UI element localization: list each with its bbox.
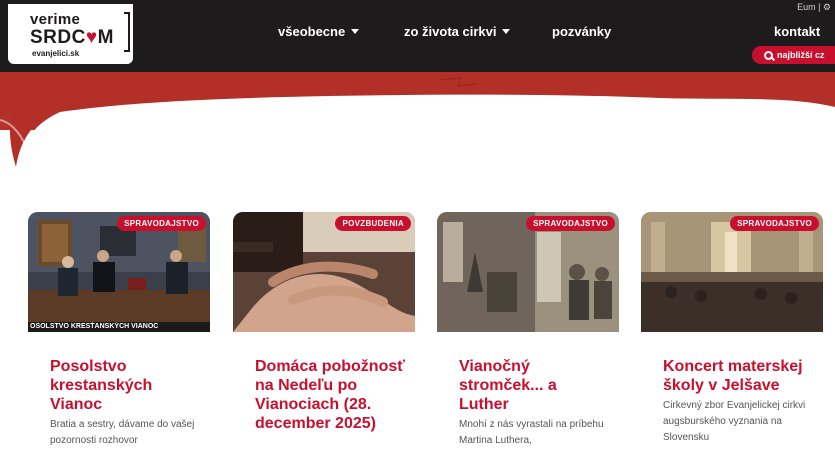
nearest-service-search-button[interactable]: najbližší cz: [752, 46, 835, 64]
article-card[interactable]: POVZBUDENIA Domáca pobožnosť na Nedeľu p…: [233, 212, 415, 453]
logo-text-line2: SRDC♥M: [30, 27, 114, 48]
category-badge[interactable]: SPRAVODAJSTVO: [526, 216, 615, 231]
nav-item-label: všeobecne: [278, 24, 346, 39]
article-title[interactable]: Domáca pobožnosť na Nedeľu po Vianociach…: [255, 357, 405, 433]
article-title[interactable]: Vianočný stromček... a Luther: [459, 357, 609, 414]
category-badge[interactable]: POVZBUDENIA: [335, 216, 411, 231]
site-logo[interactable]: verime SRDC♥M evanjelici.sk: [8, 4, 133, 64]
article-card[interactable]: OSOLSTVO KRESŤANSKÝCH VIANOC SPRAVODAJST…: [28, 212, 210, 453]
utility-links[interactable]: Eum | ⚙: [797, 2, 831, 13]
nav-item-vseobecne[interactable]: všeobecne: [278, 24, 360, 39]
category-badge[interactable]: SPRAVODAJSTVO: [117, 216, 206, 231]
nav-item-zo-zivota-cirkvi[interactable]: zo života cirkvi: [404, 24, 511, 39]
chevron-down-icon: [502, 29, 511, 34]
nav-item-kontakt[interactable]: kontakt: [774, 24, 820, 39]
article-excerpt: Mnohí z nás vyrastali na príbehu Martina…: [459, 419, 604, 446]
nav-item-label: pozvánky: [552, 24, 612, 39]
search-icon: [764, 50, 773, 60]
article-card[interactable]: SPRAVODAJSTVO Koncert materskej školy v …: [641, 212, 823, 453]
article-image-church-concert[interactable]: SPRAVODAJSTVO: [641, 212, 823, 332]
nav-item-label: zo života cirkvi: [404, 24, 497, 39]
logo-text-line1: verime: [30, 11, 81, 28]
top-navbar: verime SRDC♥M evanjelici.sk všeobecne zo…: [0, 0, 835, 72]
article-title[interactable]: Posolstvo krestanských Vianoc: [50, 357, 200, 414]
article-excerpt: Cirkevný zbor Evanjelickej cirkvi augsbu…: [663, 400, 806, 443]
logo-bracket: [124, 12, 130, 52]
article-title[interactable]: Koncert materskej školy v Jelšave: [663, 357, 813, 395]
chevron-down-icon: [351, 29, 360, 34]
article-excerpt: Bratia a sestry, dávame do vašej pozorno…: [50, 419, 195, 446]
hero-banner-decoration: [0, 72, 835, 182]
article-image-interview[interactable]: OSOLSTVO KRESŤANSKÝCH VIANOC SPRAVODAJST…: [28, 212, 210, 332]
category-badge[interactable]: SPRAVODAJSTVO: [730, 216, 819, 231]
logo-domain: evanjelici.sk: [32, 49, 80, 58]
search-button-label: najbližší cz: [777, 50, 825, 60]
image-caption: OSOLSTVO KRESŤANSKÝCH VIANOC: [28, 322, 210, 332]
article-image-hands[interactable]: POVZBUDENIA: [233, 212, 415, 332]
article-image-luther-tree[interactable]: SPRAVODAJSTVO: [437, 212, 619, 332]
nav-item-pozvanky[interactable]: pozvánky: [552, 24, 611, 39]
heart-cross-icon: ♥: [85, 27, 98, 48]
article-card[interactable]: SPRAVODAJSTVO Vianočný stromček... a Lut…: [437, 212, 619, 453]
